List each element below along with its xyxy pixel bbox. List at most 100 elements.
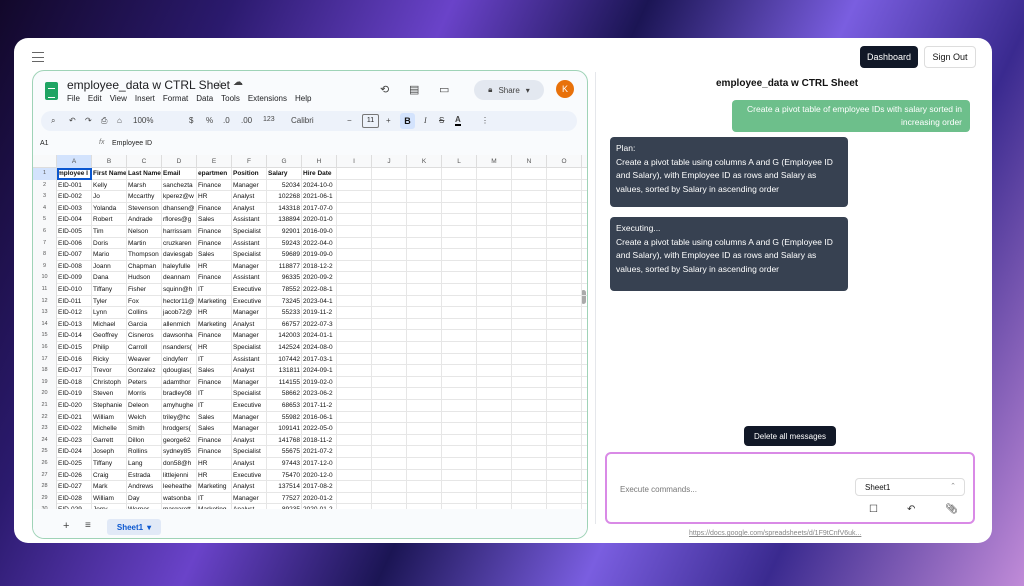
cell[interactable] (442, 330, 477, 342)
cell[interactable]: 114155 (267, 376, 302, 389)
cell[interactable] (442, 191, 477, 203)
cell[interactable]: 137514 (267, 481, 302, 493)
cell[interactable]: epartmen (197, 168, 232, 180)
cell[interactable] (337, 434, 372, 447)
cell[interactable] (512, 272, 547, 284)
cell[interactable]: HR (197, 342, 232, 354)
row-number[interactable]: 25 (33, 446, 57, 458)
cell[interactable]: Thompson (127, 249, 162, 261)
cell[interactable] (512, 504, 547, 509)
cell[interactable] (337, 411, 372, 424)
share-button[interactable]: 🔒︎ Share ▾ (474, 80, 544, 100)
cell[interactable]: Trevor (92, 365, 127, 377)
cell[interactable] (337, 318, 372, 331)
column-header-k[interactable]: K (407, 155, 442, 168)
cell[interactable] (337, 353, 372, 366)
cell[interactable]: Marketing (197, 295, 232, 308)
cell[interactable] (442, 249, 477, 261)
cell[interactable] (512, 458, 547, 470)
menu-item-help[interactable]: Help (295, 94, 311, 103)
cell[interactable]: 2024-08-0 (302, 342, 337, 354)
sheet-select[interactable]: Sheet1 (855, 478, 965, 496)
tab-sheet1[interactable]: Sheet1 ▾ (107, 519, 161, 535)
cell[interactable] (512, 469, 547, 482)
column-header-c[interactable]: C (127, 155, 162, 168)
cell[interactable] (407, 411, 442, 424)
cell[interactable] (477, 504, 512, 509)
cell[interactable] (442, 272, 477, 284)
dashboard-button[interactable]: Dashboard (860, 46, 918, 68)
font-select[interactable]: Calibri (291, 116, 314, 125)
undo-icon[interactable]: ↶ (907, 504, 915, 515)
cell[interactable] (442, 318, 477, 331)
cell[interactable] (372, 353, 407, 366)
cell[interactable]: Tyler (92, 295, 127, 308)
cell[interactable] (442, 342, 477, 354)
cell[interactable]: Sales (197, 365, 232, 377)
bold-button[interactable]: B (400, 113, 415, 129)
cell[interactable] (337, 481, 372, 493)
cell[interactable] (442, 458, 477, 470)
cell[interactable] (372, 226, 407, 238)
cell[interactable] (547, 504, 582, 509)
cell[interactable] (512, 446, 547, 458)
cell[interactable]: 58662 (267, 388, 302, 400)
cell[interactable] (372, 168, 407, 180)
cell[interactable]: Executive (232, 469, 267, 482)
cell[interactable] (477, 458, 512, 470)
row-number[interactable]: 22 (33, 411, 57, 424)
cell[interactable]: qdouglas( (162, 365, 197, 377)
cell[interactable] (337, 400, 372, 412)
cell[interactable] (442, 214, 477, 226)
cell[interactable]: EID-006 (57, 237, 92, 250)
cell[interactable] (547, 342, 582, 354)
cell[interactable]: Christoph (92, 376, 127, 389)
cell[interactable] (407, 492, 442, 505)
cell[interactable]: Manager (232, 307, 267, 319)
cell[interactable]: EID-015 (57, 342, 92, 354)
cell[interactable] (407, 469, 442, 482)
cell[interactable]: Manager (232, 179, 267, 192)
cell[interactable]: 2020-12-0 (302, 469, 337, 482)
cell[interactable] (372, 481, 407, 493)
cell[interactable] (337, 423, 372, 435)
sheet-title[interactable]: employee_data w CTRL Sheet (67, 78, 230, 92)
cell[interactable] (442, 423, 477, 435)
cell[interactable] (477, 249, 512, 261)
cell[interactable]: IT (197, 400, 232, 412)
cell[interactable]: Chapman (127, 260, 162, 273)
cell[interactable]: 2020-01-0 (302, 214, 337, 226)
cell[interactable] (547, 446, 582, 458)
cell[interactable] (407, 353, 442, 366)
column-header-b[interactable]: B (92, 155, 127, 168)
cell[interactable] (372, 202, 407, 215)
cell[interactable]: 2016-06-1 (302, 411, 337, 424)
menu-item-format[interactable]: Format (163, 94, 188, 103)
cell[interactable]: Executive (232, 295, 267, 308)
cell[interactable] (407, 307, 442, 319)
avatar[interactable]: K (556, 80, 574, 98)
row-number[interactable]: 8 (33, 249, 57, 261)
cell[interactable]: EID-010 (57, 284, 92, 296)
cell[interactable] (477, 411, 512, 424)
cell[interactable]: Finance (197, 434, 232, 447)
cell[interactable]: IT (197, 492, 232, 505)
cell[interactable] (372, 237, 407, 250)
cell[interactable]: Doris (92, 237, 127, 250)
cell[interactable] (512, 179, 547, 192)
cell[interactable] (337, 330, 372, 342)
cell[interactable]: Lang (127, 458, 162, 470)
cell[interactable] (477, 272, 512, 284)
cell[interactable]: Executive (232, 284, 267, 296)
cell[interactable]: EID-028 (57, 492, 92, 505)
cell[interactable]: 92901 (267, 226, 302, 238)
cell[interactable]: jacob72@ (162, 307, 197, 319)
cell[interactable]: Marketing (197, 481, 232, 493)
cell[interactable] (547, 295, 582, 308)
cell[interactable] (547, 214, 582, 226)
cell[interactable]: Garrett (92, 434, 127, 447)
column-header-d[interactable]: D (162, 155, 197, 168)
cell[interactable] (512, 191, 547, 203)
cell[interactable] (512, 481, 547, 493)
cell[interactable] (337, 214, 372, 226)
